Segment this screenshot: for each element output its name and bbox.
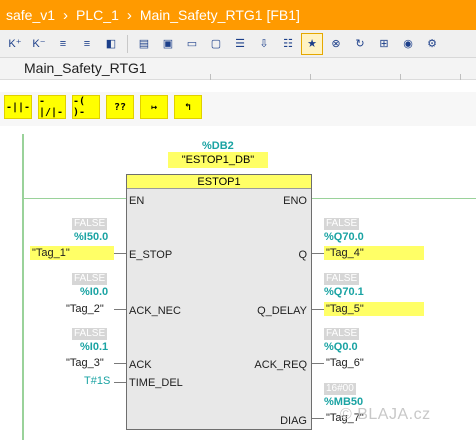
power-flow-line [22,198,126,199]
coil-button[interactable]: -( )- [72,95,100,119]
connection-wire [114,253,126,254]
close-branch-button[interactable]: ↰ [174,95,202,119]
lad-favorites-bar: -||- -|/|- -( )- ?? ↦ ↰ [0,92,476,126]
block-interface-header: Main_Safety_RTG1 [0,58,476,80]
power-flow-line [312,198,476,199]
list-icon[interactable]: ☷ [277,33,299,55]
no-contact-button[interactable]: -||- [4,95,32,119]
column-ticks [210,74,476,80]
pin-diag: DIAG [280,415,307,427]
breakpoint-icon[interactable]: ⊗ [325,33,347,55]
insert-row-icon[interactable]: ≡ [52,33,74,55]
status-badge: FALSE [72,328,108,340]
connection-wire [312,309,324,310]
absolute-operands-icon[interactable]: ▤ [133,33,155,55]
pin-eno: ENO [283,195,307,207]
fb-title: ESTOP1 [127,175,311,189]
pin-q: Q [298,249,307,261]
pin-en: EN [129,195,145,207]
status-badge: 16#00 [324,383,356,395]
nc-contact-button[interactable]: -|/|- [38,95,66,119]
operand-tag[interactable]: "Tag_4" [324,246,424,260]
connection-wire [114,363,126,364]
monitor-icon[interactable]: ◧ [100,33,122,55]
breadcrumb: safe_v1 › PLC_1 › Main_Safety_RTG1 [FB1] [0,0,476,30]
connection-wire [312,363,324,364]
power-rail [22,134,24,440]
operand-tag[interactable]: "Tag_5" [324,302,424,316]
editor-toolbar: K⁺ K⁻ ≡ ≡ ◧ ▤ ▣ ▭ ▢ ☰ ⇩ ☷ ★ ⊗ ↻ ⊞ ◉ ⚙ [0,30,476,58]
operand-tag[interactable]: "Tag_1" [30,246,114,260]
operand-tag[interactable]: "Tag_6" [326,356,364,370]
network-overview-icon[interactable]: ▣ [157,33,179,55]
operand-address: %I0.0 [80,286,109,298]
append-row-icon[interactable]: ≡ [76,33,98,55]
status-badge: FALSE [72,218,108,230]
pin-q-delay: Q_DELAY [257,305,307,317]
breadcrumb-project[interactable]: safe_v1 [6,7,55,23]
status-badge: FALSE [72,273,108,285]
pin-ack-nec: ACK_NEC [129,305,181,317]
delete-network-icon[interactable]: K⁻ [28,33,50,55]
connection-wire [312,418,324,419]
empty-box-button[interactable]: ?? [106,95,134,119]
operand-address: %Q0.0 [324,341,358,353]
settings-icon[interactable]: ⚙ [421,33,443,55]
status-badge: FALSE [324,218,360,230]
operand-address: %Q70.1 [324,286,364,298]
instance-db-address: %DB2 [202,140,234,152]
compare-icon[interactable]: ⊞ [373,33,395,55]
block-title: Main_Safety_RTG1 [24,60,147,76]
online-icon[interactable]: ◉ [397,33,419,55]
pin-e-stop: E_STOP [129,249,173,261]
tick [460,74,461,80]
chevron-right-icon: › [63,6,69,24]
tick [400,74,401,80]
operand-address: %I0.1 [80,341,109,353]
pin-ack: ACK [129,359,152,371]
favorites-icon[interactable]: ☰ [229,33,251,55]
connection-wire [312,253,324,254]
operand-tag[interactable]: "Tag_2" [66,302,104,316]
chevron-right-icon: › [126,6,132,24]
refresh-icon[interactable]: ↻ [349,33,371,55]
time-del-value[interactable]: T#1S [84,375,110,387]
tick [310,74,311,80]
insert-network-icon[interactable]: K⁺ [4,33,26,55]
open-branch-button[interactable]: ↦ [140,95,168,119]
connection-wire [114,309,126,310]
connection-wire [114,382,126,383]
instance-db-name[interactable]: "ESTOP1_DB" [168,152,268,168]
pin-time-del: TIME_DEL [129,377,183,389]
tick [210,74,211,80]
status-badge: FALSE [324,273,360,285]
pin-ack-req: ACK_REQ [254,359,307,371]
operand-address: %Q70.0 [324,231,364,243]
status-badge: FALSE [324,328,360,340]
highlight-icon[interactable]: ★ [301,32,323,55]
watermark: © BLAJA.cz [340,406,431,423]
breadcrumb-plc[interactable]: PLC_1 [76,7,119,23]
collapse-icon[interactable]: ▭ [181,33,203,55]
comments-icon[interactable]: ▢ [205,33,227,55]
operand-tag[interactable]: "Tag_3" [66,356,104,370]
operand-address: %I50.0 [74,231,109,243]
tag-info-icon[interactable]: ⇩ [253,33,275,55]
toolbar-separator [127,34,128,53]
estop1-block[interactable]: ESTOP1 EN E_STOP ACK_NEC ACK TIME_DEL EN… [126,174,312,430]
breadcrumb-block[interactable]: Main_Safety_RTG1 [FB1] [140,7,300,23]
